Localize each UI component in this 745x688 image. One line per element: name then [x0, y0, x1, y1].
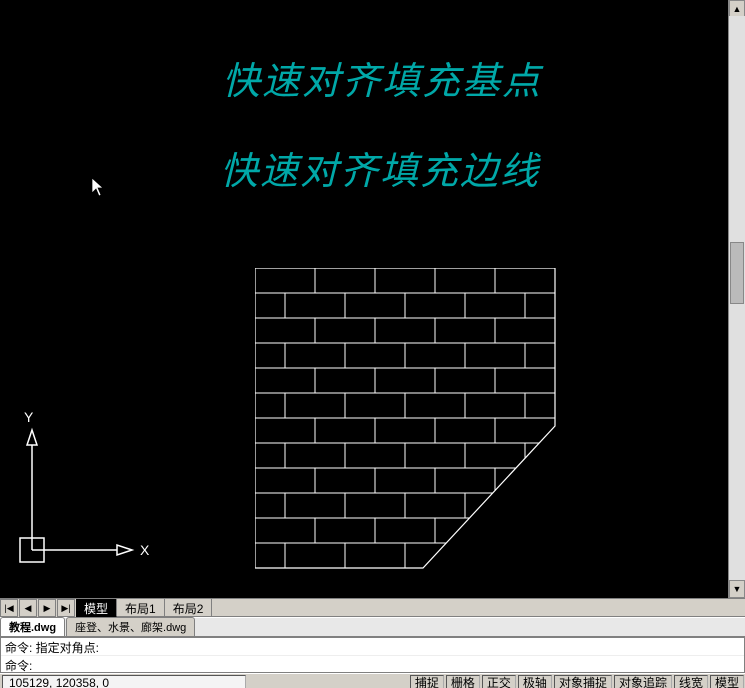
hatch-brick-shape [255, 268, 565, 578]
toggle-polar[interactable]: 极轴 [518, 675, 552, 688]
ucs-y-label: Y [24, 410, 34, 425]
toggle-lweight[interactable]: 线宽 [674, 675, 708, 688]
tab-nav-first[interactable]: |◀ [0, 599, 18, 617]
vertical-scrollbar[interactable]: ▲ ▼ [728, 0, 745, 598]
drawing-text-1: 快速对齐填充基点 [222, 50, 542, 105]
file-tab-0[interactable]: 教程.dwg [0, 617, 65, 636]
tab-nav-next[interactable]: ▶ [38, 599, 56, 617]
command-window[interactable]: 命令: 指定对角点: 命令: [0, 637, 745, 673]
toggle-grid[interactable]: 栅格 [446, 675, 480, 688]
command-history-line: 命令: 指定对角点: [1, 638, 744, 656]
layout-tab-model[interactable]: 模型 [76, 599, 117, 617]
drawing-text-2: 快速对齐填充边线 [220, 140, 540, 195]
ucs-icon: Y X [12, 410, 152, 570]
toggle-otrack[interactable]: 对象追踪 [614, 675, 672, 688]
toggle-osnap[interactable]: 对象捕捉 [554, 675, 612, 688]
layout-tab-bar: |◀ ◀ ▶ ▶| 模型 布局1 布局2 [0, 598, 745, 617]
tab-nav-prev[interactable]: ◀ [19, 599, 37, 617]
model-viewport[interactable]: 快速对齐填充基点 快速对齐填充边线 [0, 0, 745, 598]
command-input-line[interactable]: 命令: [1, 656, 744, 674]
scroll-track[interactable] [729, 16, 745, 582]
toggle-snap[interactable]: 捕捉 [410, 675, 444, 688]
tab-nav-last[interactable]: ▶| [57, 599, 75, 617]
scroll-thumb[interactable] [730, 242, 744, 304]
file-tab-1[interactable]: 座登、水景、廊架.dwg [66, 617, 195, 636]
file-tab-bar: 教程.dwg 座登、水景、廊架.dwg [0, 617, 745, 637]
ucs-x-label: X [140, 542, 150, 558]
cursor-icon [92, 178, 106, 198]
status-bar: 105129, 120358, 0 捕捉 栅格 正交 极轴 对象捕捉 对象追踪 … [0, 673, 745, 688]
layout-tab-layout1[interactable]: 布局1 [117, 599, 165, 617]
layout-tab-layout2[interactable]: 布局2 [165, 599, 213, 617]
toggle-ortho[interactable]: 正交 [482, 675, 516, 688]
scroll-down-button[interactable]: ▼ [729, 580, 745, 598]
toggle-model[interactable]: 模型 [710, 675, 744, 688]
coordinates-readout: 105129, 120358, 0 [2, 675, 246, 688]
